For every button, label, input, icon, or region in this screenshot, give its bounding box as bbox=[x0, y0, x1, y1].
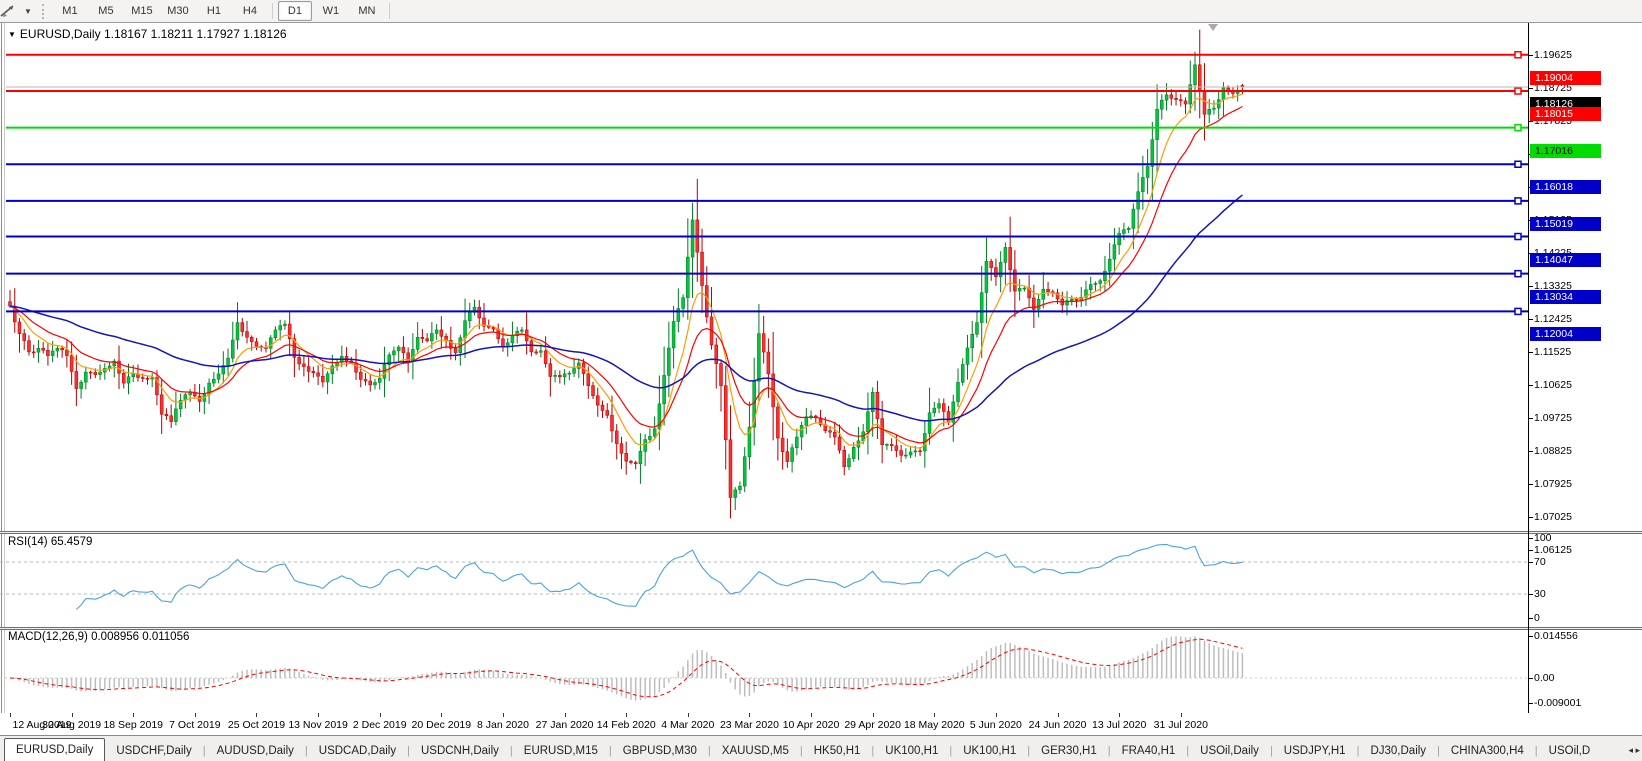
timeframe-button-MN[interactable]: MN bbox=[350, 1, 384, 21]
time-tick-mark bbox=[749, 713, 751, 717]
chart-tab-usoil-daily[interactable]: USOil,Daily bbox=[1189, 741, 1270, 761]
mt4-terminal-window: ▼ M1 M5 M15 M30 H1 H4 D1 W1 MN ▼ EURUSD,Daily 1.1… bbox=[0, 0, 1642, 761]
chart-tab-usdcnh-daily[interactable]: USDCNH,Daily bbox=[410, 741, 510, 761]
timeframe-button-M1[interactable]: M1 bbox=[53, 1, 87, 21]
macd-indicator-pane[interactable] bbox=[0, 630, 1528, 713]
macd-histogram bbox=[13, 636, 1244, 701]
price-tick-label: 1.19625 bbox=[1534, 48, 1572, 61]
macd-tick-label: 0.00 bbox=[1534, 671, 1555, 684]
chevron-down-icon[interactable]: ▼ bbox=[24, 7, 32, 16]
time-tick-mark bbox=[872, 713, 874, 717]
chart-title-symbol: EURUSD,Daily bbox=[19, 27, 101, 41]
price-tick-label: 1.11525 bbox=[1534, 345, 1572, 358]
chart-title: ▼ EURUSD,Daily 1.18167 1.18211 1.17927 1.… bbox=[8, 27, 287, 41]
toolbar-separator bbox=[271, 3, 273, 19]
rsi-tick-label: 100 bbox=[1534, 531, 1552, 544]
time-tick-mark bbox=[1119, 713, 1121, 717]
time-tick-mark bbox=[1057, 713, 1059, 717]
time-tick-mark bbox=[318, 713, 320, 717]
chart-tab-uk100-h1[interactable]: UK100,H1 bbox=[952, 741, 1027, 761]
level-price-label: 1.17016 bbox=[1530, 143, 1601, 158]
macd-tick-label: -0.009001 bbox=[1534, 697, 1582, 710]
toolbar-grip-handle[interactable] bbox=[41, 3, 44, 19]
time-tick-mark bbox=[995, 713, 997, 717]
time-tick-mark bbox=[1180, 713, 1182, 717]
time-tick-mark bbox=[502, 713, 504, 717]
level-price-label: 1.19004 bbox=[1530, 70, 1601, 85]
time-tick-mark bbox=[564, 713, 566, 717]
macd-label: MACD(12,26,9) 0.008956 0.011056 bbox=[8, 631, 190, 643]
chart-tab-ger30-h1[interactable]: GER30,H1 bbox=[1030, 741, 1108, 761]
chart-title-ohlc: 1.18167 1.18211 1.17927 1.18126 bbox=[103, 27, 287, 41]
level-price-label: 1.16018 bbox=[1530, 180, 1601, 195]
time-tick-mark bbox=[934, 713, 936, 717]
level-price-label: 1.18015 bbox=[1530, 107, 1601, 122]
timeframe-button-D1[interactable]: D1 bbox=[277, 1, 312, 21]
timeframe-button-H4[interactable]: H4 bbox=[233, 1, 267, 21]
timeframe-button-M15[interactable]: M15 bbox=[125, 1, 159, 21]
chart-tab-hk50-h1[interactable]: HK50,H1 bbox=[803, 741, 872, 761]
level-price-label: 1.15019 bbox=[1530, 216, 1601, 231]
rsi-tick-label: 0 bbox=[1534, 611, 1540, 624]
collapse-triangle-icon[interactable]: ▼ bbox=[8, 30, 16, 39]
time-tick-mark bbox=[256, 713, 258, 717]
chart-tab-fra40-h1[interactable]: FRA40,H1 bbox=[1111, 741, 1187, 761]
chart-tab-usdcad-daily[interactable]: USDCAD,Daily bbox=[308, 741, 407, 761]
price-axis-line bbox=[1528, 23, 1529, 713]
rsi-indicator-pane[interactable] bbox=[0, 534, 1528, 627]
trendline-tool-icon[interactable] bbox=[0, 3, 24, 19]
level-price-label: 1.13034 bbox=[1530, 289, 1601, 304]
time-axis[interactable]: 12 Aug 2019 30 Aug 2019 18 Sep 2019 7 Oct 2… bbox=[0, 713, 1642, 735]
chart-shift-marker[interactable] bbox=[1208, 24, 1218, 31]
chart-tab-bar: EURUSD,Daily USDCHF,Daily | AUDUSD,Daily | US… bbox=[0, 735, 1642, 761]
horizontal-level-lines[interactable] bbox=[6, 51, 1528, 316]
rsi-tick-label: 30 bbox=[1534, 587, 1546, 600]
macd-tick-label: 0.014556 bbox=[1534, 629, 1578, 642]
chart-tab-china300-h4[interactable]: CHINA300,H4 bbox=[1440, 741, 1535, 761]
price-tick-label: 1.08825 bbox=[1534, 444, 1572, 457]
time-tick-mark bbox=[687, 713, 689, 717]
time-tick-label: 31 Jul 2020 bbox=[1153, 719, 1208, 731]
time-tick-mark bbox=[133, 713, 135, 717]
timeframe-button-H1[interactable]: H1 bbox=[197, 1, 231, 21]
rsi-line bbox=[76, 543, 1243, 610]
chart-tab-usoil-d[interactable]: USOil,D bbox=[1538, 741, 1602, 761]
chart-tab-uk100-h1[interactable]: UK100,H1 bbox=[874, 741, 949, 761]
time-tick-mark bbox=[441, 713, 443, 717]
timeframe-button-M30[interactable]: M30 bbox=[161, 1, 195, 21]
chart-tab-gbpusd-m30[interactable]: GBPUSD,M30 bbox=[612, 741, 708, 761]
time-tick-mark bbox=[811, 713, 813, 717]
chart-window: ▼ EURUSD,Daily 1.18167 1.18211 1.17927 1.… bbox=[0, 23, 1642, 735]
time-tick-mark bbox=[10, 713, 11, 717]
price-tick-label: 1.07025 bbox=[1534, 510, 1572, 523]
toolbar-separator bbox=[388, 3, 390, 19]
chart-tab-audusd-daily[interactable]: AUDUSD,Daily bbox=[206, 741, 305, 761]
rsi-tick-label: 70 bbox=[1534, 555, 1546, 568]
tab-scroll-arrows[interactable]: ◂ ▸ bbox=[1625, 745, 1640, 756]
timeframe-button-M5[interactable]: M5 bbox=[89, 1, 123, 21]
timeframe-toolbar: ▼ M1 M5 M15 M30 H1 H4 D1 W1 MN bbox=[0, 0, 1642, 23]
chart-tab-eurusd-m15[interactable]: EURUSD,M15 bbox=[513, 741, 609, 761]
time-tick-mark bbox=[194, 713, 196, 717]
chart-tab-usdjpy-h1[interactable]: USDJPY,H1 bbox=[1273, 741, 1357, 761]
chart-tab-usdchf-daily[interactable]: USDCHF,Daily bbox=[105, 741, 202, 761]
price-tick-label: 1.12425 bbox=[1534, 312, 1572, 325]
time-tick-mark bbox=[626, 713, 628, 717]
chart-tab-xauusd-m5[interactable]: XAUUSD,M5 bbox=[711, 741, 800, 761]
time-tick-mark bbox=[379, 713, 381, 717]
main-price-chart[interactable] bbox=[0, 23, 1528, 531]
trendline-tool-icon-svg bbox=[0, 5, 14, 17]
price-tick-label: 1.09725 bbox=[1534, 411, 1572, 424]
time-tick-mark bbox=[71, 713, 73, 717]
level-price-label: 1.12004 bbox=[1530, 327, 1601, 342]
chart-tab-dj30-daily[interactable]: DJ30,Daily bbox=[1359, 741, 1437, 761]
rsi-label: RSI(14) 65.4579 bbox=[8, 536, 93, 548]
ma-line-medium bbox=[9, 105, 1243, 444]
timeframe-button-W1[interactable]: W1 bbox=[314, 1, 348, 21]
price-tick-label: 1.10625 bbox=[1534, 378, 1572, 391]
level-price-label: 1.14047 bbox=[1530, 252, 1601, 267]
chart-tab-eurusd-daily[interactable]: EURUSD,Daily bbox=[4, 738, 106, 761]
price-tick-label: 1.07925 bbox=[1534, 477, 1572, 490]
